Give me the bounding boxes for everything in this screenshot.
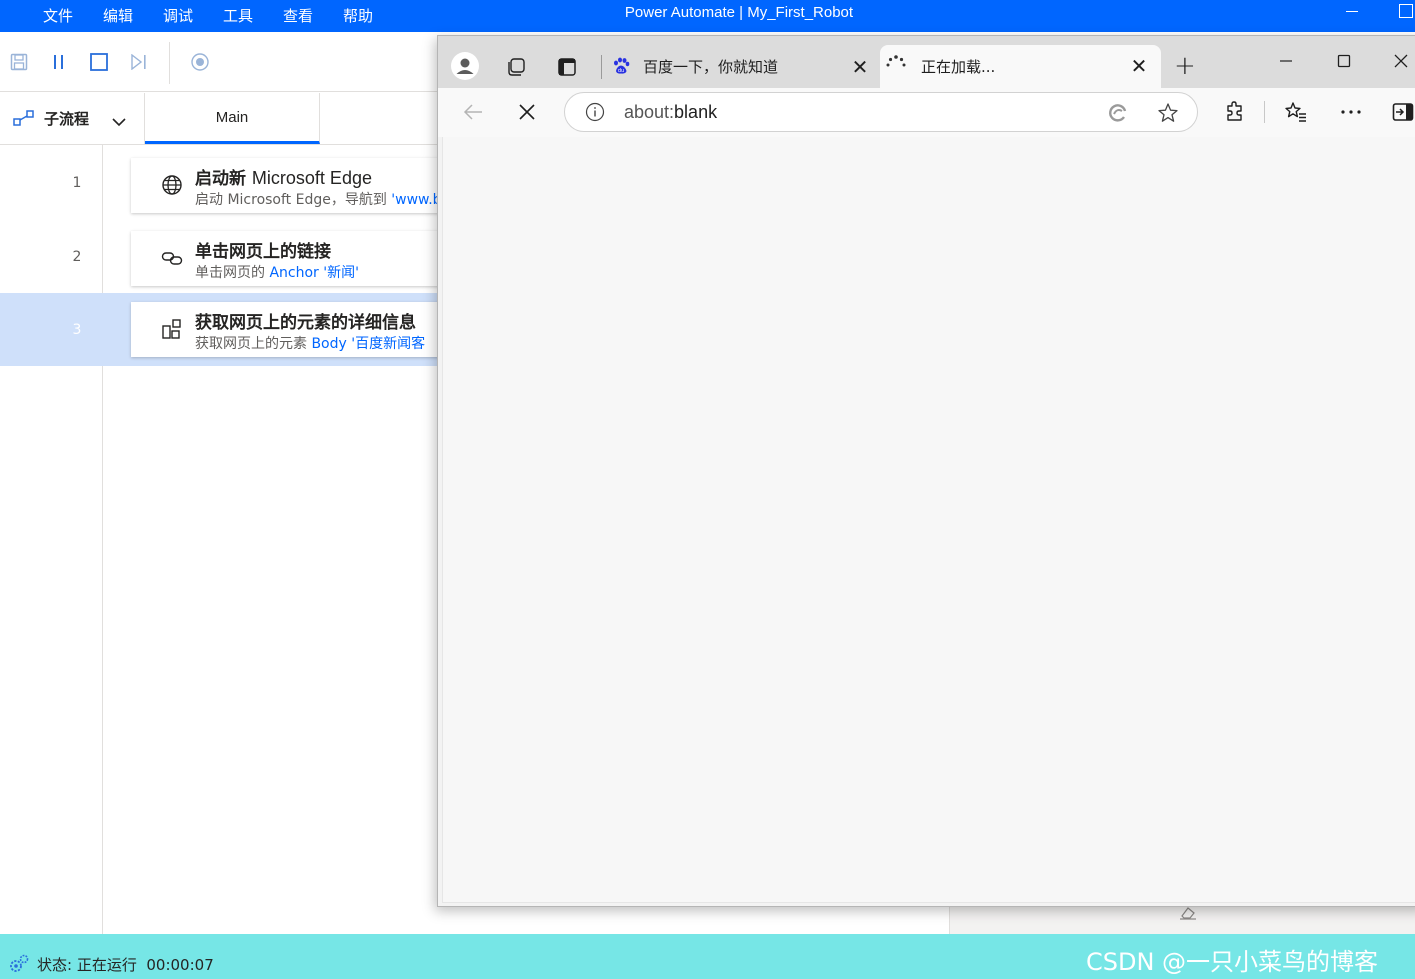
edge-window: du 百度一下，你就知道 ✕ 正在加载... ✕ + about:blank: [437, 35, 1415, 907]
step-icon[interactable]: [127, 50, 151, 74]
minimize-button[interactable]: [1344, 2, 1360, 20]
watermark: CSDN @一只小菜鸟的博客: [1086, 948, 1379, 976]
action-get-element-details[interactable]: 获取网页上的元素的详细信息 获取网页上的元素 Body '百度新闻客: [131, 302, 451, 357]
save-icon[interactable]: [7, 50, 31, 74]
action-click-link[interactable]: 单击网页上的链接 单击网页的 Anchor '新闻': [131, 231, 451, 286]
close-tab-icon[interactable]: ✕: [851, 57, 869, 77]
svg-text:du: du: [618, 68, 624, 74]
maximize-button[interactable]: [1399, 4, 1413, 18]
running-gears-icon: [8, 954, 30, 978]
close-icon[interactable]: [1392, 52, 1410, 70]
tab-separator: [601, 55, 602, 79]
toolbar-separator: [169, 42, 170, 84]
tab-main-label: Main: [215, 109, 249, 126]
line-number: 2: [72, 249, 82, 265]
subflows-dropdown[interactable]: 子流程: [0, 93, 145, 144]
subflow-icon: [13, 109, 35, 131]
action-title: 启动新 Microsoft Edge: [195, 168, 372, 189]
tab-loading[interactable]: 正在加载... ✕: [880, 45, 1161, 88]
close-tab-icon[interactable]: ✕: [1130, 56, 1148, 76]
minimize-icon[interactable]: [1278, 53, 1294, 69]
link-icon: [161, 247, 183, 269]
page-content-area[interactable]: [442, 137, 1415, 903]
extensions-icon[interactable]: [1223, 100, 1247, 124]
info-icon[interactable]: [584, 101, 606, 123]
edge-refresh-icon[interactable]: [1106, 101, 1130, 125]
toolbar-divider: [1264, 101, 1265, 123]
pause-icon[interactable]: [47, 50, 71, 74]
address-text: about:blank: [624, 102, 718, 122]
baidu-paw-icon: du: [611, 56, 631, 76]
menu-bar: 文件 编辑 调试 工具 查看 帮助 Power Automate | My_Fi…: [0, 0, 1415, 32]
edge-tab-strip: du 百度一下，你就知道 ✕ 正在加载... ✕ +: [438, 36, 1415, 88]
window-title: Power Automate | My_First_Robot: [624, 4, 854, 21]
stop-icon[interactable]: [87, 50, 111, 74]
subflow-label: 子流程: [44, 110, 90, 128]
action-launch-edge[interactable]: 启动新 Microsoft Edge 启动 Microsoft Edge，导航到…: [131, 158, 451, 213]
loading-spinner-icon: [885, 54, 907, 76]
eraser-icon[interactable]: [1178, 904, 1198, 924]
record-icon[interactable]: [188, 50, 212, 74]
back-icon[interactable]: [461, 101, 485, 123]
line-number: 1: [72, 175, 82, 191]
favorites-icon[interactable]: [1284, 100, 1308, 124]
tab-main[interactable]: Main: [145, 93, 320, 144]
tab-title: 百度一下，你就知道: [643, 58, 779, 76]
action-description: 启动 Microsoft Edge，导航到 'www.b: [195, 192, 442, 208]
element-details-icon: [161, 318, 183, 340]
status-bar: 状态: 正在运行 00:00:07 CSDN @一只小菜鸟的博客: [0, 934, 1415, 979]
stop-loading-icon[interactable]: [516, 101, 538, 123]
edge-toolbar: about:blank: [438, 88, 1415, 137]
profile-icon[interactable]: [450, 51, 480, 81]
elapsed-time: 00:00:07: [146, 956, 214, 974]
action-description: 单击网页的 Anchor '新闻': [195, 265, 359, 281]
maximize-icon[interactable]: [1336, 53, 1352, 69]
status-text: 状态: 正在运行 00:00:07: [37, 956, 214, 974]
new-tab-button[interactable]: +: [1174, 53, 1196, 79]
chevron-down-icon: [111, 112, 127, 131]
address-bar[interactable]: about:blank: [564, 92, 1198, 132]
line-number: 3: [72, 322, 82, 338]
favorite-star-icon[interactable]: [1156, 101, 1180, 125]
more-options-icon[interactable]: [1339, 100, 1363, 124]
tab-baidu[interactable]: du 百度一下，你就知道 ✕: [603, 46, 879, 88]
action-title: 获取网页上的元素的详细信息: [195, 313, 416, 333]
action-title: 单击网页上的链接: [195, 242, 331, 262]
sidebar-toggle-icon[interactable]: [1391, 100, 1415, 124]
tab-actions-icon[interactable]: [556, 56, 578, 78]
tab-title: 正在加载...: [921, 58, 996, 76]
action-description: 获取网页上的元素 Body '百度新闻客: [195, 336, 426, 352]
globe-icon: [161, 174, 183, 196]
collections-icon[interactable]: [504, 55, 528, 79]
